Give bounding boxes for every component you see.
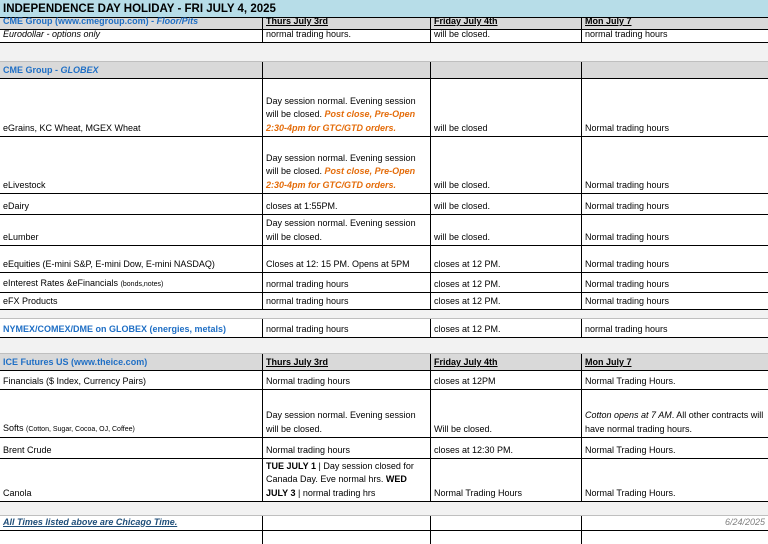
cell-thurs: normal trading hours. [262,29,430,42]
spacer-row [0,338,768,354]
row-label: Brent Crude [3,444,52,455]
spacer-row [0,43,768,62]
cell-thurs: Closes at 12: 15 PM. Opens at 5PM [262,246,430,272]
row-label: eFX Products [3,295,58,306]
ice-section-label: ICE Futures US (www.theice.com) [3,356,148,367]
row-label: eGrains, KC Wheat, MGEX Wheat [3,122,141,133]
row-label: eEquities (E-mini S&P, E-mini Dow, E-min… [3,258,215,269]
footer-row: All Times listed above are Chicago Time.… [0,516,768,531]
cell-mon: Normal trading hours [581,79,768,136]
table-row: eLumber Day session normal. Evening sess… [0,215,768,246]
ice-header-row: ICE Futures US (www.theice.com) Thurs Ju… [0,354,768,371]
table-row: eFX Products normal trading hours closes… [0,293,768,310]
table-row: eEquities (E-mini S&P, E-mini Dow, E-min… [0,246,768,273]
cell-fri: closes at 12PM [430,371,581,389]
cell-fri: closes at 12 PM. [430,246,581,272]
table-row: Eurodollar - options only normal trading… [0,28,768,43]
table-row: Softs (Cotton, Sugar, Cocoa, OJ, Coffee)… [0,390,768,438]
cell-mon: Normal Trading Hours. [581,438,768,458]
table-row: eDairy closes at 1:55PM. will be closed.… [0,194,768,215]
cell-fri: will be closed. [430,194,581,214]
row-label: eInterest Rates &eFinancials (bonds,note… [3,277,164,288]
cell-thurs: Normal trading hours [262,438,430,458]
cell-fri: closes at 12 PM. [430,319,581,337]
cell-mon: Normal trading hours [581,194,768,214]
cell-thurs: Day session normal. Evening session will… [262,79,430,136]
cell-thurs: Normal trading hours [262,371,430,389]
cell-fri: will be closed. [430,215,581,245]
cell-thurs: normal trading hours [262,273,430,292]
cell-mon: Normal trading hours [581,215,768,245]
table-row: NYMEX/COMEX/DME on GLOBEX (energies, met… [0,319,768,338]
col-mon-header: Mon July 7 [581,354,768,370]
row-label: Financials ($ Index, Currency Pairs) [3,375,147,386]
cell-mon: Normal trading hours [581,246,768,272]
table-row: eGrains, KC Wheat, MGEX Wheat Day sessio… [0,79,768,137]
cell-mon: Normal trading hours [581,293,768,309]
cell-mon: Normal Trading Hours. [581,459,768,501]
cell-thurs: normal trading hours [262,293,430,309]
footer-date: 6/24/2025 [581,516,768,530]
cell-fri: will be closed. [430,29,581,42]
table-row: Financials ($ Index, Currency Pairs) Nor… [0,371,768,390]
row-label: Eurodollar - options only [3,28,101,39]
cell-mon: Normal trading hours [581,137,768,193]
cell-thurs: closes at 1:55PM. [262,194,430,214]
cell-fri: closes at 12 PM. [430,293,581,309]
cell-mon: Normal trading hours [581,273,768,292]
cell-mon: Normal Trading Hours. [581,371,768,389]
table-row: Brent Crude Normal trading hours closes … [0,438,768,459]
cell-fri: will be closed. [430,137,581,193]
row-label: Softs (Cotton, Sugar, Cocoa, OJ, Coffee) [3,422,135,433]
row-label: eLumber [3,231,39,242]
table-row: Canola TUE JULY 1 | Day session closed f… [0,459,768,502]
row-label: Canola [3,487,32,498]
cell-mon: normal trading hours [581,319,768,337]
cell-fri: Will be closed. [430,390,581,437]
spacer-row [0,310,768,319]
footer-note: All Times listed above are Chicago Time. [3,516,178,527]
table-row: eLivestock Day session normal. Evening s… [0,137,768,194]
globex-section-label: CME Group - GLOBEX [3,64,99,75]
spacer-row [0,531,768,544]
cell-thurs: Day session normal. Evening session will… [262,137,430,193]
spacer-row [0,502,768,516]
nymex-section-label: NYMEX/COMEX/DME on GLOBEX (energies, met… [3,323,227,334]
cell-thurs: TUE JULY 1 | Day session closed for Cana… [262,459,430,501]
cell-fri: will be closed [430,79,581,136]
cell-mon: normal trading hours [581,29,768,42]
cell-fri: Normal Trading Hours [430,459,581,501]
row-label: eDairy [3,200,30,211]
cell-fri: closes at 12:30 PM. [430,438,581,458]
globex-header-row: CME Group - GLOBEX [0,62,768,79]
cell-thurs: Day session normal. Evening session will… [262,215,430,245]
row-label: eLivestock [3,179,46,190]
col-thurs-header: Thurs July 3rd [262,354,430,370]
col-fri-header: Friday July 4th [430,354,581,370]
cell-thurs: Day session normal. Evening session will… [262,390,430,437]
table-row: eInterest Rates &eFinancials (bonds,note… [0,273,768,293]
cell-fri: closes at 12 PM. [430,273,581,292]
cell-mon: Cotton opens at 7 AM. All other contract… [581,390,768,437]
cell-thurs: normal trading hours [262,319,430,337]
